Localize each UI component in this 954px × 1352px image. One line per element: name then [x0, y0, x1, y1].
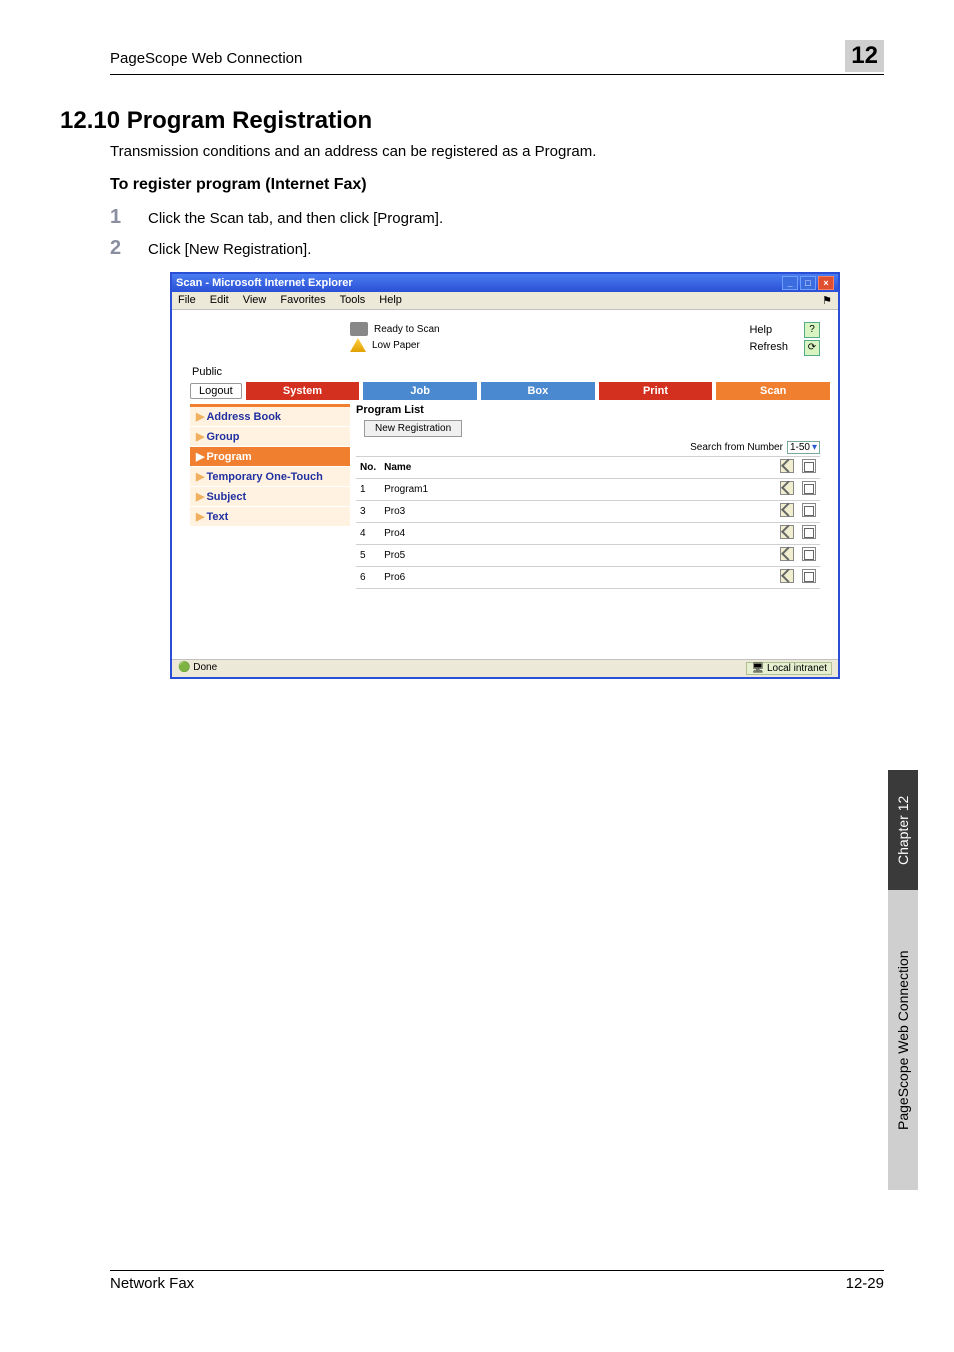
- tab-print[interactable]: Print: [599, 382, 713, 400]
- window-maximize[interactable]: □: [800, 276, 816, 290]
- menu-edit[interactable]: Edit: [210, 294, 229, 307]
- chevron-down-icon: ▾: [812, 442, 817, 453]
- side-tab-title: PageScope Web Connection: [888, 890, 918, 1190]
- step-number: 1: [110, 206, 128, 229]
- intro-text: Transmission conditions and an address c…: [110, 143, 884, 160]
- refresh-link[interactable]: Refresh: [749, 339, 788, 356]
- printer-icon: [350, 322, 368, 336]
- sidebar-item-temporary[interactable]: ▶Temporary One-Touch: [190, 467, 350, 487]
- program-table: No. Name 1 Program1 3: [356, 456, 820, 589]
- search-label: Search from Number: [690, 442, 783, 453]
- table-row: 6 Pro6: [356, 567, 820, 589]
- section-title: 12.10 Program Registration: [60, 107, 884, 135]
- status-ready: Ready to Scan: [374, 324, 440, 335]
- panel-title: Program List: [356, 404, 820, 416]
- public-label: Public: [192, 366, 830, 378]
- side-tab-chapter: Chapter 12: [888, 770, 918, 890]
- delete-icon[interactable]: [802, 503, 816, 517]
- step-text: Click [New Registration].: [148, 237, 311, 260]
- window-minimize[interactable]: _: [782, 276, 798, 290]
- col-header-no: No.: [356, 457, 380, 479]
- edit-icon[interactable]: [780, 459, 794, 473]
- status-done: 🟢 Done: [178, 662, 217, 675]
- tab-box[interactable]: Box: [481, 382, 595, 400]
- step-text: Click the Scan tab, and then click [Prog…: [148, 206, 443, 229]
- menu-bar: File Edit View Favorites Tools Help ⚑: [172, 292, 838, 310]
- help-icon[interactable]: ?: [804, 322, 820, 338]
- new-registration-button[interactable]: New Registration: [364, 420, 462, 437]
- help-link[interactable]: Help: [749, 322, 788, 339]
- sidebar-item-text[interactable]: ▶Text: [190, 507, 350, 527]
- tab-job[interactable]: Job: [363, 382, 477, 400]
- menu-file[interactable]: File: [178, 294, 196, 307]
- sidebar-item-group[interactable]: ▶Group: [190, 427, 350, 447]
- sub-heading: To register program (Internet Fax): [110, 176, 884, 194]
- page-header-number: 12: [845, 40, 884, 72]
- delete-icon[interactable]: [802, 459, 816, 473]
- menu-favorites[interactable]: Favorites: [280, 294, 325, 307]
- menu-help[interactable]: Help: [379, 294, 402, 307]
- refresh-icon[interactable]: ⟳: [804, 340, 820, 356]
- table-row: 1 Program1: [356, 479, 820, 501]
- edit-icon[interactable]: [780, 547, 794, 561]
- table-row: 5 Pro5: [356, 545, 820, 567]
- edit-icon[interactable]: [780, 481, 794, 495]
- page-header-left: PageScope Web Connection: [110, 50, 302, 67]
- delete-icon[interactable]: [802, 547, 816, 561]
- search-select[interactable]: 1-50 ▾: [787, 441, 820, 454]
- table-row: 4 Pro4: [356, 523, 820, 545]
- logout-button[interactable]: Logout: [190, 383, 242, 399]
- edit-icon[interactable]: [780, 503, 794, 517]
- edit-icon[interactable]: [780, 569, 794, 583]
- ie-flag-icon: ⚑: [822, 294, 832, 307]
- warning-icon: [350, 338, 366, 352]
- edit-icon[interactable]: [780, 525, 794, 539]
- footer-right: 12-29: [846, 1275, 884, 1292]
- delete-icon[interactable]: [802, 525, 816, 539]
- table-row: 3 Pro3: [356, 501, 820, 523]
- status-lowpaper: Low Paper: [372, 340, 420, 351]
- window-close[interactable]: ×: [818, 276, 834, 290]
- col-header-name: Name: [380, 457, 776, 479]
- delete-icon[interactable]: [802, 481, 816, 495]
- menu-tools[interactable]: Tools: [340, 294, 366, 307]
- sidebar-item-program[interactable]: ▶Program: [190, 447, 350, 467]
- step-number: 2: [110, 237, 128, 260]
- tab-system[interactable]: System: [246, 382, 360, 400]
- window-title: Scan - Microsoft Internet Explorer: [176, 277, 353, 289]
- sidebar-item-subject[interactable]: ▶Subject: [190, 487, 350, 507]
- security-zone: 🖥 Local intranet: [746, 662, 832, 675]
- menu-view[interactable]: View: [243, 294, 267, 307]
- delete-icon[interactable]: [802, 569, 816, 583]
- footer-left: Network Fax: [110, 1275, 194, 1292]
- sidebar-item-addressbook[interactable]: ▶Address Book: [190, 407, 350, 427]
- browser-window: Scan - Microsoft Internet Explorer _ □ ×…: [170, 272, 840, 679]
- sidebar: ▶Address Book ▶Group ▶Program ▶Temporary…: [190, 404, 350, 634]
- tab-scan[interactable]: Scan: [716, 382, 830, 400]
